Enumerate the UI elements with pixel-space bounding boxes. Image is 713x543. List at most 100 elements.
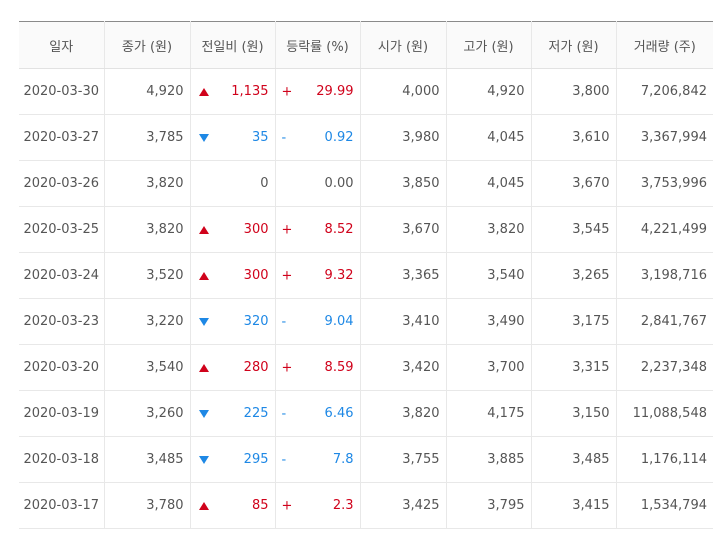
table-row: 2020-03-25 3,820 300 +8.52 3,670 3,820 3,545 4,… [19,206,713,253]
cell-date: 2020-03-18 [19,436,105,483]
rate-sign: - [281,406,287,421]
cell-close: 3,520 [104,252,191,299]
change-value: 35 [251,130,269,145]
cell-open: 3,365 [360,252,447,299]
rate-value: 7.8 [332,452,354,467]
cell-rate: - 0.92 [275,114,361,161]
cell-high: 3,795 [446,482,532,529]
cell-rate: +8.59 [275,344,361,391]
rate-value: 29.99 [316,84,354,99]
cell-change: 300 [190,252,276,299]
header-open: 시가 (원) [360,21,447,69]
rate-sign: + [281,498,293,513]
header-date: 일자 [19,21,105,69]
cell-rate: +8.52 [275,206,361,253]
table-row: 2020-03-20 3,540 280 +8.59 3,420 3,700 3,315 2,… [19,344,713,391]
cell-change: 35 [190,114,276,161]
up-triangle-icon [198,363,209,372]
rate-value: 8.59 [324,360,354,375]
header-rate: 등락률 (%) [275,21,361,69]
change-value: 225 [243,406,269,421]
cell-rate: - 6.46 [275,390,361,437]
up-triangle-icon [198,271,209,280]
header-volume: 거래량 (주) [616,21,713,69]
cell-close: 3,220 [104,298,191,345]
rate-value: 2.3 [332,498,354,513]
cell-date: 2020-03-23 [19,298,105,345]
change-value: 295 [243,452,269,467]
cell-high: 3,885 [446,436,532,483]
rate-value: 0.00 [324,176,354,191]
up-triangle-icon [198,501,209,510]
cell-high: 3,700 [446,344,532,391]
table-row: 2020-03-27 3,785 35- 0.92 3,980 4,045 3,610 3,3… [19,114,713,161]
cell-change: 225 [190,390,276,437]
rate-sign: - [281,452,287,467]
cell-open: 3,410 [360,298,447,345]
cell-volume: 3,198,716 [616,252,713,299]
cell-volume: 3,753,996 [616,160,713,207]
cell-open: 3,980 [360,114,447,161]
cell-date: 2020-03-17 [19,482,105,529]
cell-high: 3,820 [446,206,532,253]
header-low: 저가 (원) [531,21,617,69]
cell-close: 3,485 [104,436,191,483]
down-triangle-icon [198,317,209,326]
cell-rate: +29.99 [275,68,361,115]
cell-high: 3,540 [446,252,532,299]
cell-volume: 2,237,348 [616,344,713,391]
cell-high: 4,175 [446,390,532,437]
change-value: 320 [243,314,269,329]
change-value: 300 [243,268,269,283]
table-row: 2020-03-26 3,820 0 0.00 3,850 4,045 3,670 3,753… [19,160,713,207]
cell-date: 2020-03-20 [19,344,105,391]
cell-open: 3,425 [360,482,447,529]
cell-low: 3,315 [531,344,617,391]
table-row: 2020-03-17 3,780 85 +2.3 3,425 3,795 3,415 1,53… [19,482,713,529]
cell-change: 280 [190,344,276,391]
rate-value: 0.92 [324,130,354,145]
cell-rate: 0.00 [275,160,361,207]
cell-low: 3,800 [531,68,617,115]
rate-sign: + [281,84,293,99]
stock-price-history: 일자 종가 (원) 전일비 (원) 등락률 (%) 시가 (원) 고가 (원) … [0,0,713,543]
cell-high: 4,920 [446,68,532,115]
cell-close: 3,785 [104,114,191,161]
cell-rate: +9.32 [275,252,361,299]
cell-low: 3,485 [531,436,617,483]
change-value: 300 [243,222,269,237]
cell-low: 3,150 [531,390,617,437]
up-triangle-icon [198,225,209,234]
change-value: 0 [260,176,269,191]
header-close: 종가 (원) [104,21,191,69]
table-row: 2020-03-19 3,260 225- 6.46 3,820 4,175 3,150 11… [19,390,713,437]
cell-low: 3,610 [531,114,617,161]
cell-open: 3,420 [360,344,447,391]
rate-sign: - [281,130,287,145]
cell-date: 2020-03-30 [19,68,105,115]
cell-change: 1,135 [190,68,276,115]
cell-change: 300 [190,206,276,253]
cell-high: 3,490 [446,298,532,345]
rate-sign: + [281,360,293,375]
change-value: 85 [251,498,269,513]
cell-low: 3,265 [531,252,617,299]
cell-change: 295 [190,436,276,483]
rate-value: 8.52 [324,222,354,237]
cell-rate: - 9.04 [275,298,361,345]
table-header-row: 일자 종가 (원) 전일비 (원) 등락률 (%) 시가 (원) 고가 (원) … [19,21,713,69]
cell-low: 3,545 [531,206,617,253]
down-triangle-icon [198,409,209,418]
rate-value: 9.32 [324,268,354,283]
change-value: 280 [243,360,269,375]
change-value: 1,135 [231,84,269,99]
cell-volume: 2,841,767 [616,298,713,345]
cell-open: 3,820 [360,390,447,437]
cell-open: 3,670 [360,206,447,253]
rate-value: 9.04 [324,314,354,329]
cell-volume: 7,206,842 [616,68,713,115]
cell-date: 2020-03-26 [19,160,105,207]
header-change: 전일비 (원) [190,21,276,69]
down-triangle-icon [198,455,209,464]
cell-open: 3,755 [360,436,447,483]
